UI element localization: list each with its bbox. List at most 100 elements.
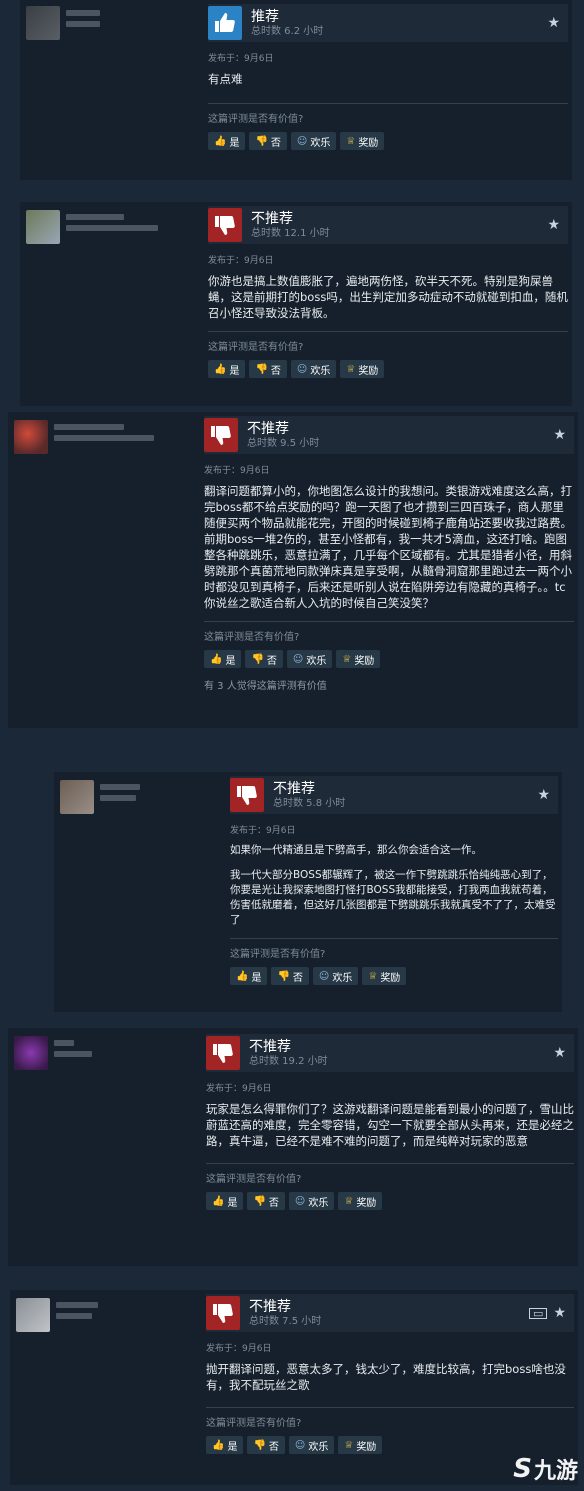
vote-yes-label: 是 bbox=[251, 972, 262, 984]
vote-no-button[interactable]: 👎 否 bbox=[271, 967, 309, 985]
vote-no-button[interactable]: 👎 否 bbox=[247, 1192, 285, 1210]
vote-no-button[interactable]: 👎 否 bbox=[249, 132, 287, 150]
review-header[interactable]: 不推荐 总时数 7.5 小时 ▭ ★ bbox=[206, 1294, 574, 1332]
vote-no-label: 否 bbox=[292, 972, 303, 984]
vote-buttons: 👍 是 👎 否 ☺ 欢乐 ♕ 奖励 bbox=[230, 967, 558, 985]
vote-funny-button[interactable]: ☺ 欢乐 bbox=[290, 132, 337, 150]
thumbs-down-icon bbox=[204, 418, 238, 452]
smiley-icon: ☺ bbox=[292, 653, 304, 665]
vote-no-button[interactable]: 👎 否 bbox=[247, 1436, 285, 1454]
review-card: 不推荐 总时数 12.1 小时 ★ 发布于：9月6日 你游也是搞上数值膨胀了，遍… bbox=[20, 202, 572, 406]
reviewer[interactable] bbox=[16, 1298, 98, 1332]
vote-yes-button[interactable]: 👍 是 bbox=[206, 1436, 244, 1454]
avatar[interactable] bbox=[14, 420, 48, 454]
vote-yes-button[interactable]: 👍 是 bbox=[204, 650, 242, 668]
divider bbox=[206, 1407, 574, 1408]
vote-yes-button[interactable]: 👍 是 bbox=[208, 360, 246, 378]
star-icon[interactable]: ★ bbox=[547, 217, 568, 233]
avatar[interactable] bbox=[14, 1036, 48, 1070]
playtime: 总时数 12.1 小时 bbox=[251, 227, 330, 239]
review-panel: 不推荐 总时数 12.1 小时 ★ 发布于：9月6日 你游也是搞上数值膨胀了，遍… bbox=[208, 206, 568, 378]
recommendation-label: 不推荐 bbox=[251, 210, 293, 227]
reviewer-name bbox=[66, 6, 100, 27]
review-card: 不推荐 总时数 5.8 小时 ★ 发布于：9月6日 如果你一代精通且是下劈高手，… bbox=[54, 772, 562, 1012]
helpful-count: 有 3 人觉得这篇评测有价值 bbox=[204, 681, 327, 692]
posted-date: 发布于：9月6日 bbox=[208, 256, 274, 266]
award-button[interactable]: ♕ 奖励 bbox=[338, 1192, 383, 1210]
award-icon: ♕ bbox=[346, 363, 356, 375]
vote-funny-button[interactable]: ☺ 欢乐 bbox=[288, 1192, 335, 1210]
award-button[interactable]: ♕ 奖励 bbox=[362, 967, 407, 985]
avatar[interactable] bbox=[26, 6, 60, 40]
vote-no-label: 否 bbox=[270, 137, 281, 149]
review-header[interactable]: 不推荐 总时数 9.5 小时 ★ bbox=[204, 416, 574, 454]
reviewer[interactable] bbox=[26, 210, 158, 244]
avatar[interactable] bbox=[26, 210, 60, 244]
award-button[interactable]: ♕ 奖励 bbox=[336, 650, 381, 668]
avatar[interactable] bbox=[16, 1298, 50, 1332]
review-header[interactable]: 推荐 总时数 6.2 小时 ★ bbox=[208, 4, 568, 42]
star-icon[interactable]: ★ bbox=[553, 1305, 574, 1321]
divider bbox=[208, 331, 568, 332]
avatar[interactable] bbox=[60, 780, 94, 814]
vote-no-button[interactable]: 👎 否 bbox=[249, 360, 287, 378]
helpful-question: 这篇评测是否有价值? bbox=[206, 1174, 302, 1185]
watermark-text: 九游 bbox=[533, 1459, 578, 1484]
smiley-icon: ☺ bbox=[296, 135, 308, 147]
review-panel: 不推荐 总时数 5.8 小时 ★ 发布于：9月6日 如果你一代精通且是下劈高手，… bbox=[230, 776, 558, 985]
video-icon[interactable]: ▭ bbox=[529, 1307, 548, 1319]
review-card: 不推荐 总时数 9.5 小时 ★ 发布于：9月6日 翻译问题都算小的，你地图怎么… bbox=[8, 412, 578, 728]
vote-funny-button[interactable]: ☺ 欢乐 bbox=[312, 967, 359, 985]
review-card: 不推荐 总时数 7.5 小时 ▭ ★ 发布于：9月6日 抛开翻译问题，恶意太多了… bbox=[10, 1290, 578, 1485]
vote-buttons: 👍 是 👎 否 ☺ 欢乐 ♕ 奖励 bbox=[204, 650, 574, 668]
review-header[interactable]: 不推荐 总时数 5.8 小时 ★ bbox=[230, 776, 558, 814]
thumbs-down-icon: 👎 bbox=[251, 653, 264, 665]
award-icon: ♕ bbox=[346, 135, 356, 147]
vote-buttons: 👍 是 👎 否 ☺ 欢乐 ♕ 奖励 bbox=[208, 132, 568, 150]
award-icon: ♕ bbox=[368, 970, 378, 982]
star-icon[interactable]: ★ bbox=[553, 427, 574, 443]
reviewer[interactable] bbox=[60, 780, 140, 814]
thumbs-up-icon: 👍 bbox=[210, 653, 223, 665]
reviewer[interactable] bbox=[14, 420, 154, 454]
posted-date: 发布于：9月6日 bbox=[206, 1084, 272, 1094]
award-label: 奖励 bbox=[358, 365, 379, 377]
review-header[interactable]: 不推荐 总时数 12.1 小时 ★ bbox=[208, 206, 568, 244]
thumbs-down-icon bbox=[206, 1296, 240, 1330]
vote-yes-button[interactable]: 👍 是 bbox=[208, 132, 246, 150]
reviewer-name bbox=[54, 1036, 92, 1057]
recommendation-label: 推荐 bbox=[251, 8, 279, 25]
reviewer[interactable] bbox=[26, 6, 100, 40]
review-header[interactable]: 不推荐 总时数 19.2 小时 ★ bbox=[206, 1034, 574, 1072]
vote-buttons: 👍 是 👎 否 ☺ 欢乐 ♕ 奖励 bbox=[208, 360, 568, 378]
award-button[interactable]: ♕ 奖励 bbox=[340, 360, 385, 378]
recommendation-label: 不推荐 bbox=[249, 1298, 291, 1315]
vote-funny-button[interactable]: ☺ 欢乐 bbox=[288, 1436, 335, 1454]
star-icon[interactable]: ★ bbox=[537, 787, 558, 803]
smiley-icon: ☺ bbox=[318, 970, 330, 982]
smiley-icon: ☺ bbox=[296, 363, 308, 375]
playtime: 总时数 7.5 小时 bbox=[249, 1315, 322, 1327]
vote-funny-label: 欢乐 bbox=[310, 137, 331, 149]
vote-yes-button[interactable]: 👍 是 bbox=[230, 967, 268, 985]
vote-funny-button[interactable]: ☺ 欢乐 bbox=[290, 360, 337, 378]
star-icon[interactable]: ★ bbox=[553, 1045, 574, 1061]
review-paragraph: 翻译问题都算小的，你地图怎么设计的我想问。类银游戏难度这么高，打完boss都不给… bbox=[204, 484, 572, 610]
award-button[interactable]: ♕ 奖励 bbox=[338, 1436, 383, 1454]
award-button[interactable]: ♕ 奖励 bbox=[340, 132, 385, 150]
vote-buttons: 👍 是 👎 否 ☺ 欢乐 ♕ 奖励 bbox=[206, 1192, 574, 1210]
star-icon[interactable]: ★ bbox=[547, 15, 568, 31]
divider bbox=[204, 621, 574, 622]
vote-yes-button[interactable]: 👍 是 bbox=[206, 1192, 244, 1210]
recommendation-label: 不推荐 bbox=[247, 420, 289, 437]
vote-funny-button[interactable]: ☺ 欢乐 bbox=[286, 650, 333, 668]
review-text: 抛开翻译问题，恶意太多了，钱太少了，难度比较高，打完boss啥也没有，我不配玩丝… bbox=[206, 1361, 574, 1393]
award-icon: ♕ bbox=[344, 1195, 354, 1207]
vote-no-label: 否 bbox=[268, 1197, 279, 1209]
reviewer[interactable] bbox=[14, 1036, 92, 1070]
vote-no-button[interactable]: 👎 否 bbox=[245, 650, 283, 668]
smiley-icon: ☺ bbox=[294, 1195, 306, 1207]
review-paragraph: 如果你一代精通且是下劈高手，那么你会适合这一作。 bbox=[230, 844, 482, 856]
reviewer-name bbox=[66, 210, 158, 231]
helpful-question: 这篇评测是否有价值? bbox=[208, 114, 304, 125]
